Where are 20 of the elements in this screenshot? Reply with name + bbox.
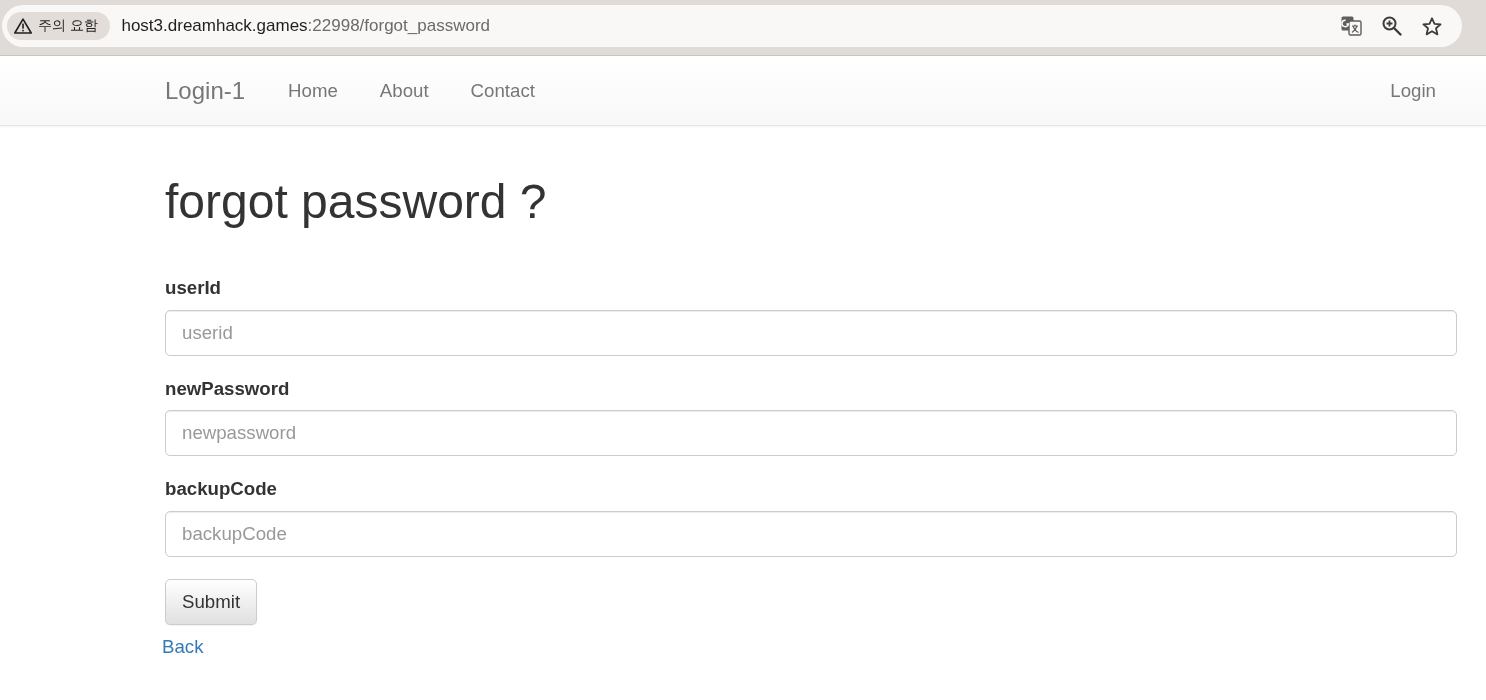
bookmark-star-icon[interactable] <box>1422 16 1442 36</box>
back-link[interactable]: Back <box>162 633 204 661</box>
nav-link[interactable]: Home <box>267 79 359 102</box>
input-field[interactable]: userid <box>165 309 1457 356</box>
nav-link[interactable]: About <box>358 79 450 102</box>
zoom-in-icon[interactable] <box>1382 16 1402 36</box>
page-title: forgot password ? <box>165 176 548 229</box>
security-warning-chip[interactable]: 주의 요함 <box>7 12 111 40</box>
submit-button[interactable]: Submit <box>165 578 258 625</box>
warning-icon <box>14 18 32 34</box>
translate-icon[interactable] <box>1341 16 1362 36</box>
input-field[interactable]: newpassword <box>165 410 1457 457</box>
field-label: backupCode <box>165 477 277 502</box>
field-label: newPassword <box>165 376 290 401</box>
nav-link[interactable]: Contact <box>449 79 556 102</box>
field-label: userId <box>165 275 221 300</box>
brand-link[interactable]: Login-1 <box>165 76 246 105</box>
address-bar-url[interactable]: host3.dreamhack.games:22998/forgot_password <box>121 16 1341 36</box>
input-field[interactable]: backupCode <box>165 510 1457 557</box>
nav-link[interactable]: Login <box>1369 79 1436 102</box>
